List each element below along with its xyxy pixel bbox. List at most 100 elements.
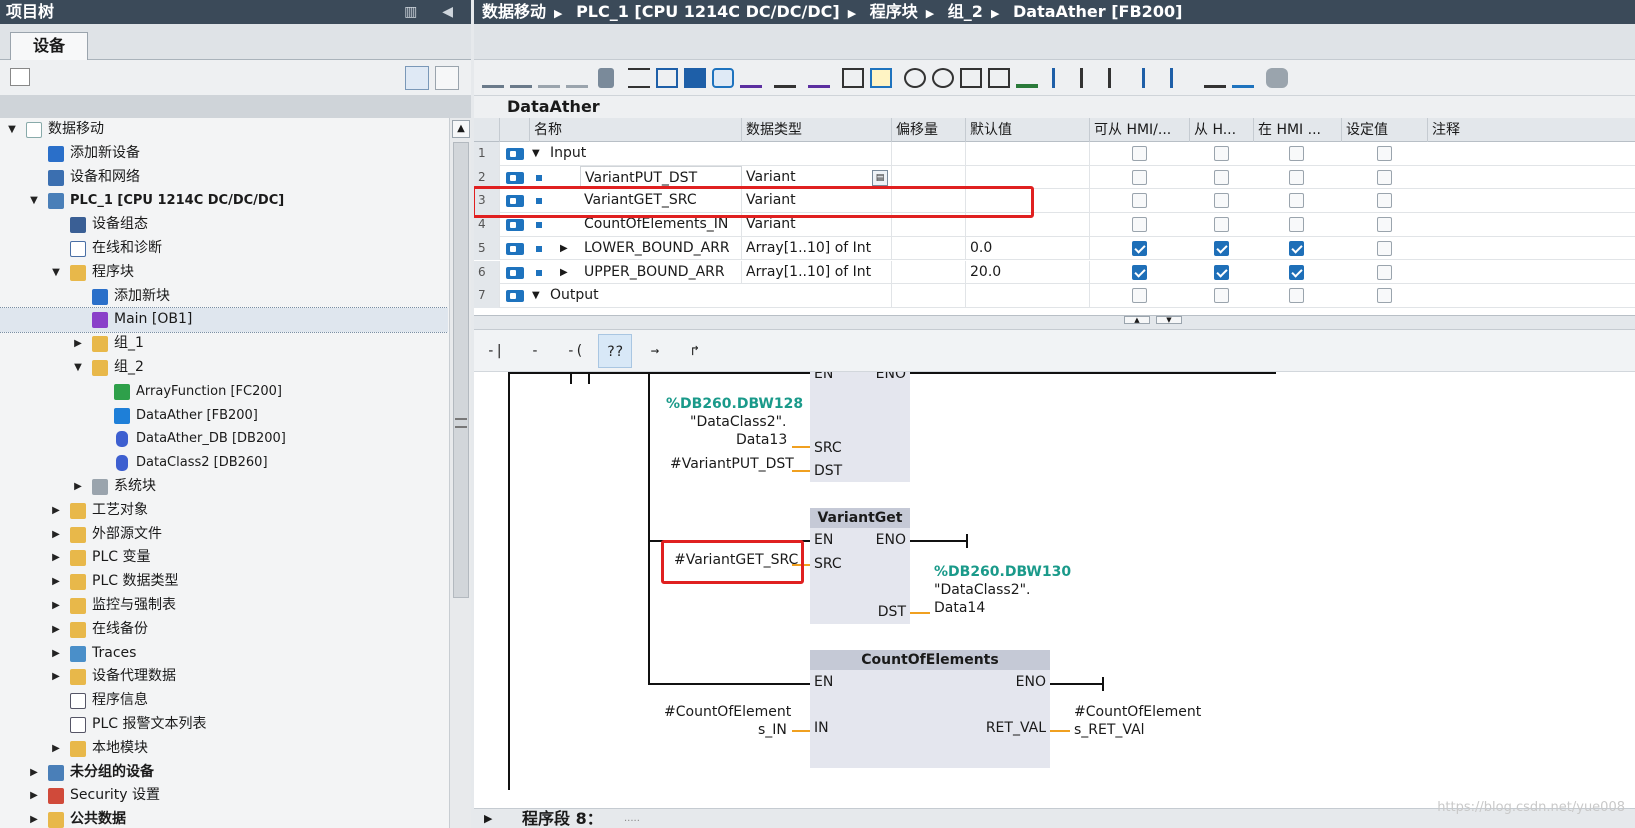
interface-row[interactable]: 6 ▶ UPPER_BOUND_ARR Array[1..10] of Int …	[474, 260, 1635, 285]
add-row-icon[interactable]	[566, 68, 588, 88]
go-to-error-icon[interactable]	[904, 68, 926, 88]
absolute-operands-icon[interactable]	[628, 68, 650, 88]
breadcrumb-item[interactable]: PLC_1 [CPU 1214C DC/DC/DC]	[576, 2, 840, 21]
row-name[interactable]: Input	[546, 142, 742, 166]
insert-network-icon[interactable]	[482, 68, 504, 88]
insert-row-icon[interactable]	[538, 68, 560, 88]
block-call-icon[interactable]	[988, 68, 1010, 88]
expand-right-icon[interactable]: ▶	[50, 546, 62, 570]
step-icon[interactable]	[1108, 68, 1130, 88]
tree-item-main-ob1[interactable]: Main [OB1]	[0, 307, 448, 334]
hmi-in-checkbox[interactable]	[1289, 217, 1304, 233]
expand-right-icon[interactable]: ▶	[72, 475, 84, 499]
expand-right-icon[interactable]: ▶	[484, 809, 492, 828]
scroll-up-icon[interactable]: ▲	[452, 120, 470, 138]
hmi-in-checkbox[interactable]	[1289, 240, 1304, 256]
setpoint-checkbox[interactable]	[1377, 217, 1392, 233]
hmi-access-checkbox[interactable]	[1132, 217, 1147, 233]
tree-item-online-diagnostics[interactable]: 在线和诊断	[0, 237, 448, 261]
hmi-visible-checkbox[interactable]	[1214, 264, 1229, 280]
tree-item-dataclass2-db[interactable]: DataClass2 [DB260]	[0, 451, 448, 475]
tree-item-common-data[interactable]: ▶ 公共数据	[0, 808, 448, 828]
col-setpoint[interactable]: 设定值	[1342, 118, 1428, 142]
expand-right-icon[interactable]: ▶	[50, 499, 62, 523]
hmi-in-checkbox[interactable]	[1289, 169, 1304, 185]
put-src-address[interactable]: %DB260.DBW128	[666, 396, 803, 412]
network-list-icon[interactable]	[842, 68, 864, 88]
hmi-access-checkbox[interactable]	[1132, 288, 1147, 304]
tree-item-plc1[interactable]: ▼ PLC_1 [CPU 1214C DC/DC/DC]	[0, 189, 448, 213]
setpoint-checkbox[interactable]	[1377, 240, 1392, 256]
expand-right-icon[interactable]: ▶	[50, 570, 62, 594]
normally-closed-contact-button[interactable]: -|/|-	[518, 334, 552, 393]
hmi-access-checkbox[interactable]	[1132, 264, 1147, 280]
hmi-visible-checkbox[interactable]	[1214, 146, 1229, 161]
expand-down-icon[interactable]: ▼	[72, 356, 84, 380]
hmi-visible-checkbox[interactable]	[1214, 169, 1229, 185]
hmi-in-checkbox[interactable]	[1289, 264, 1304, 280]
tree-item-group2[interactable]: ▼ 组_2	[0, 356, 448, 380]
splitter-bar[interactable]: ▲ ▼	[474, 316, 1635, 330]
setpoint-checkbox[interactable]	[1377, 193, 1392, 209]
expand-right-icon[interactable]: ▶	[50, 737, 62, 761]
expand-down-icon[interactable]: ▼	[6, 118, 18, 142]
tree-item-technology-objects[interactable]: ▶ 工艺对象	[0, 499, 448, 523]
expand-right-icon[interactable]: ▶	[50, 665, 62, 689]
col-hmi-access[interactable]: 可从 HMI/...	[1090, 118, 1190, 142]
scroll-thumb[interactable]	[453, 142, 469, 598]
col-default[interactable]: 默认值	[966, 118, 1090, 142]
count-in-var-line2[interactable]: s_IN	[758, 722, 787, 738]
get-dst-address[interactable]: %DB260.DBW130	[934, 564, 1071, 580]
network-comment[interactable]: .....	[624, 809, 640, 828]
collapse-icon[interactable]: ▼	[532, 142, 540, 166]
delete-network-icon[interactable]	[510, 68, 532, 88]
col-hmi-visible[interactable]: 从 H...	[1190, 118, 1254, 142]
col-name[interactable]: 名称	[530, 118, 742, 142]
detail-view-icon[interactable]	[405, 66, 429, 90]
row-name[interactable]: UPPER_BOUND_ARR	[580, 260, 742, 285]
col-offset[interactable]: 偏移量	[892, 118, 966, 142]
expand-down-icon[interactable]: ▼	[50, 261, 62, 285]
setpoint-checkbox[interactable]	[1377, 264, 1392, 280]
tab-device[interactable]: 设备	[10, 32, 88, 60]
expand-all-icon[interactable]	[808, 68, 830, 88]
tree-item-project[interactable]: ▼ 数据移动	[0, 118, 448, 142]
open-branch-button[interactable]: →	[638, 334, 672, 368]
hmi-visible-checkbox[interactable]	[1214, 288, 1229, 304]
expand-right-icon[interactable]: ▶	[28, 761, 40, 785]
splitter-up-icon[interactable]: ▲	[1124, 316, 1150, 324]
put-dst-var[interactable]: #VariantPUT_DST	[670, 456, 794, 472]
database-icon[interactable]	[1266, 68, 1288, 88]
tree-item-dataather-db[interactable]: DataAther_DB [DB200]	[0, 427, 448, 451]
row-type[interactable]: Array[1..10] of Int	[742, 260, 892, 285]
countofelements-block[interactable]: CountOfElements EN ENO IN RET_VAL	[810, 650, 1050, 768]
interface-row[interactable]: 1 ▼ Input	[474, 142, 1635, 166]
setpoint-checkbox[interactable]	[1377, 146, 1392, 161]
tree-item-plc-datatypes[interactable]: ▶ PLC 数据类型	[0, 570, 448, 594]
tree-item-device-config[interactable]: 设备组态	[0, 213, 448, 237]
hmi-in-checkbox[interactable]	[1289, 146, 1304, 161]
variantput-block[interactable]: EN ENO SRC DST	[810, 372, 910, 482]
breadcrumb-item[interactable]: 组_2	[948, 2, 983, 21]
network-comments-icon[interactable]	[656, 68, 678, 88]
col-datatype[interactable]: 数据类型	[742, 118, 892, 142]
test-icon[interactable]	[1232, 68, 1254, 88]
call-icon[interactable]	[960, 68, 982, 88]
tree-scrollbar[interactable]: ▲	[449, 118, 471, 828]
tree-item-arrayfunction[interactable]: ArrayFunction [FC200]	[0, 380, 448, 404]
close-branch-button[interactable]: ↱	[678, 334, 712, 368]
breadcrumb-item[interactable]: DataAther [FB200]	[1013, 2, 1182, 21]
row-type[interactable]: Array[1..10] of Int	[742, 236, 892, 261]
get-dst-var-line2[interactable]: Data14	[934, 600, 985, 616]
tree-item-traces[interactable]: ▶ Traces	[0, 642, 448, 666]
setpoint-checkbox[interactable]	[1377, 169, 1392, 185]
tree-item-alarm-texts[interactable]: PLC 报警文本列表	[0, 713, 448, 737]
glasses-icon[interactable]	[1204, 68, 1226, 88]
tree-item-add-block[interactable]: 添加新块	[0, 285, 448, 309]
stop-monitor-icon[interactable]	[1080, 68, 1102, 88]
hmi-access-checkbox[interactable]	[1132, 240, 1147, 256]
tree-item-online-backup[interactable]: ▶ 在线备份	[0, 618, 448, 642]
row-name[interactable]: LOWER_BOUND_ARR	[580, 236, 742, 261]
tree-item-program-info[interactable]: 程序信息	[0, 689, 448, 713]
tree-item-external-sources[interactable]: ▶ 外部源文件	[0, 523, 448, 547]
